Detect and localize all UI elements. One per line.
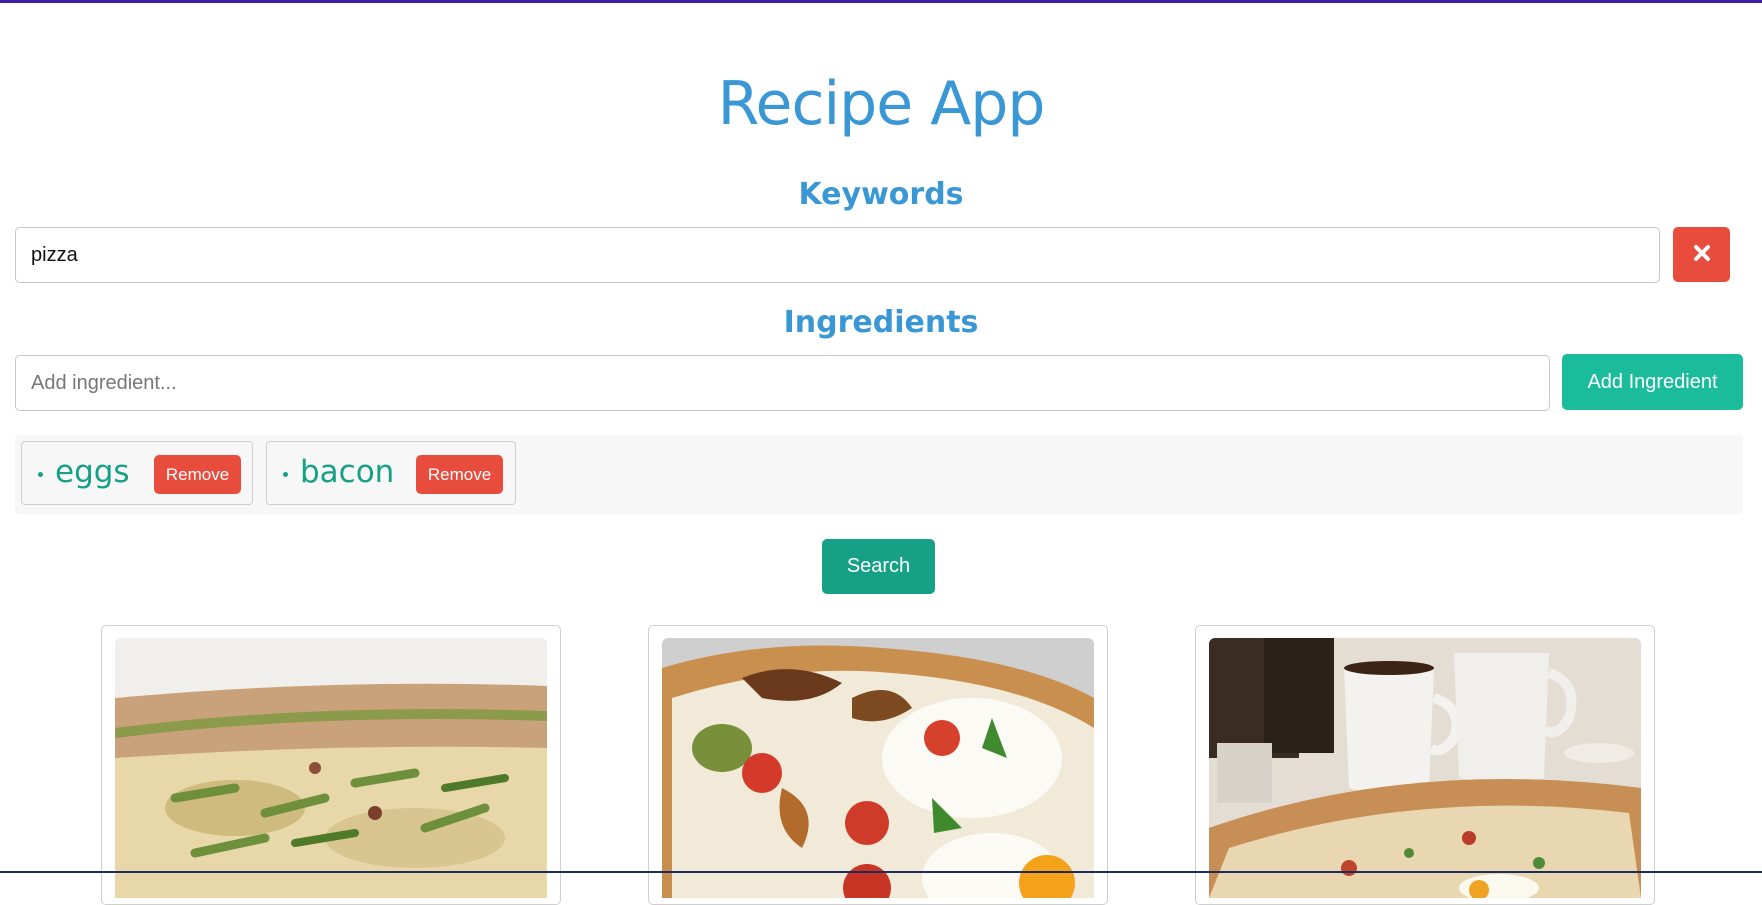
remove-ingredient-button[interactable]: Remove: [416, 455, 503, 494]
recipe-card[interactable]: [648, 625, 1108, 905]
remove-ingredient-button[interactable]: Remove: [154, 455, 241, 494]
search-button[interactable]: Search: [822, 539, 935, 594]
ingredients-label: Ingredients: [783, 305, 979, 340]
app-title: Recipe App: [717, 69, 1046, 139]
ingredient-input[interactable]: [15, 355, 1550, 411]
keywords-label: Keywords: [798, 177, 964, 212]
recipe-card[interactable]: [1195, 625, 1655, 905]
recipe-image[interactable]: [1209, 638, 1641, 898]
recipe-image[interactable]: [662, 638, 1094, 898]
recipe-image[interactable]: [115, 638, 547, 898]
bullet-icon: [283, 472, 288, 477]
keywords-input[interactable]: [15, 227, 1660, 283]
close-icon: [1693, 244, 1711, 265]
clear-keywords-button[interactable]: [1673, 227, 1730, 282]
ingredient-item: bacon Remove: [266, 441, 516, 505]
recipe-card[interactable]: [101, 625, 561, 905]
ingredient-name: eggs: [55, 454, 130, 490]
add-ingredient-button[interactable]: Add Ingredient: [1562, 354, 1743, 410]
ingredient-item: eggs Remove: [21, 441, 253, 505]
ingredient-name: bacon: [300, 454, 395, 490]
bullet-icon: [38, 472, 43, 477]
ingredient-list: eggs Remove bacon Remove: [15, 435, 1743, 514]
